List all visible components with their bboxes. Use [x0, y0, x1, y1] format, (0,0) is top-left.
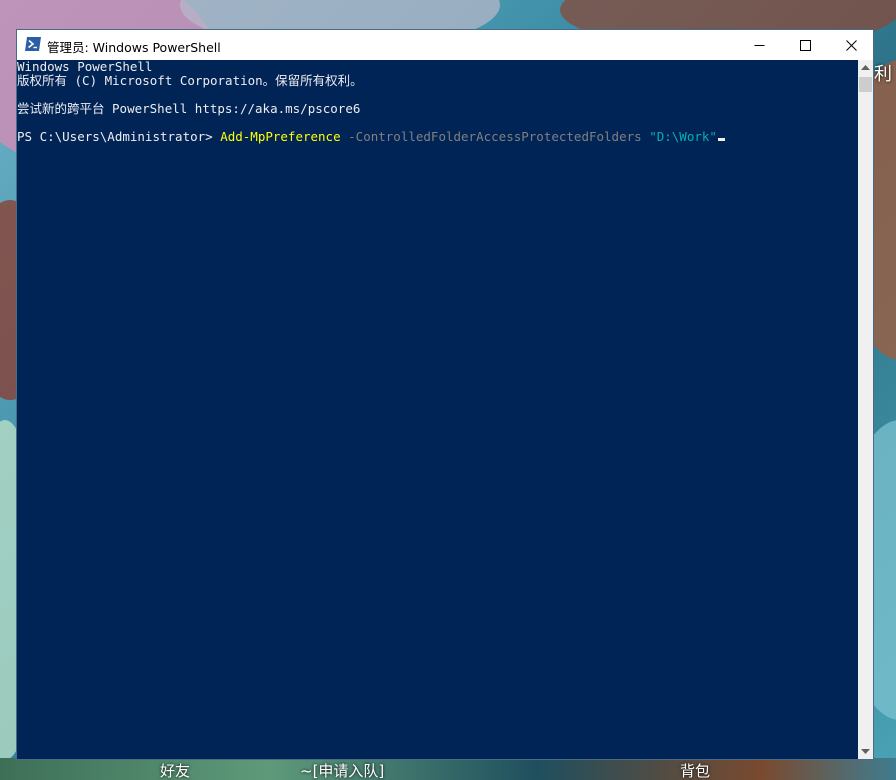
title-bar[interactable]: 管理员: Windows PowerShell [17, 30, 873, 60]
bg-right-edge-text: 利 [874, 64, 892, 85]
bg-hud-friends-text: 好友 [160, 762, 191, 780]
console-line: 尝试新的跨平台 PowerShell https://aka.ms/pscore… [17, 101, 361, 116]
chevron-up-icon [861, 64, 870, 70]
bg-game-hud-strip [0, 758, 896, 780]
prompt-text: PS C:\Users\Administrator> [17, 129, 221, 144]
close-button[interactable] [828, 30, 874, 60]
powershell-icon [25, 37, 41, 51]
chevron-down-icon [861, 748, 870, 754]
bg-hud-bag-text: 背包 [680, 762, 711, 780]
console-line: Windows PowerShell [17, 60, 153, 74]
console-line: 版权所有 (C) Microsoft Corporation。保留所有权利。 [17, 73, 363, 88]
minimize-button[interactable] [736, 30, 782, 60]
bg-hud-team-text: ~[申请入队] [300, 762, 385, 780]
powershell-window[interactable]: 管理员: Windows PowerShell Windows PowerShe… [16, 29, 874, 760]
scrollbar-thumb[interactable] [859, 77, 872, 92]
window-title: 管理员: Windows PowerShell [47, 40, 221, 55]
argument-text: "D:\Work" [649, 129, 717, 144]
text-cursor [717, 138, 725, 141]
close-icon [845, 39, 857, 51]
scroll-up-button[interactable] [858, 60, 873, 75]
maximize-icon [799, 39, 811, 51]
cmdlet-text: Add-MpPreference [220, 129, 341, 144]
scroll-down-button[interactable] [858, 744, 873, 759]
console-output[interactable]: Windows PowerShell 版权所有 (C) Microsoft Co… [17, 60, 858, 759]
parameter-text: -ControlledFolderAccessProtectedFolders [340, 129, 650, 144]
minimize-icon [754, 44, 764, 46]
maximize-button[interactable] [782, 30, 828, 60]
vertical-scrollbar[interactable] [858, 60, 873, 759]
command-line[interactable]: PS C:\Users\Administrator> Add-MpPrefere… [17, 130, 725, 144]
